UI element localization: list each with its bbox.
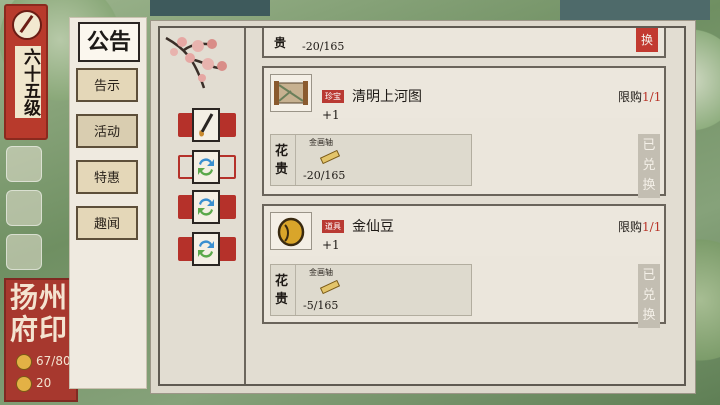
cost-value: -5/165 xyxy=(303,299,339,312)
cost-label: 贵 xyxy=(274,36,287,50)
cost-separator xyxy=(295,265,296,315)
coin-value: 20 xyxy=(36,376,52,390)
city-seal-banner[interactable]: 扬州府印 67/80 20 xyxy=(4,278,78,402)
cost-value: -20/165 xyxy=(302,40,345,53)
list-item: 道具 金仙豆 +1 限购1/1 花贵 金画轴 -5/165 已兑换 xyxy=(262,204,666,328)
cost-separator xyxy=(295,135,296,185)
purchase-limit: 限购1/1 xyxy=(618,218,661,235)
side-menu-button[interactable] xyxy=(6,146,42,182)
cost-label: 花贵 xyxy=(275,274,289,307)
limit-label: 限购 xyxy=(618,90,643,104)
category-exchange-button[interactable] xyxy=(178,190,236,224)
board-divider xyxy=(244,28,246,384)
golden-scroll-icon xyxy=(319,279,341,295)
scroll-painting-icon xyxy=(270,74,312,112)
cost-box: 花贵 金画轴 -20/165 xyxy=(270,134,472,186)
list-item-partial: 贵 -20/165 换 xyxy=(262,28,666,58)
roof-decoration xyxy=(150,0,270,16)
item-quantity: +1 xyxy=(322,108,340,122)
cost-label: 花贵 xyxy=(275,144,289,177)
plum-blossom-icon xyxy=(165,36,227,89)
limit-label: 限购 xyxy=(618,220,643,234)
purchase-limit: 限购1/1 xyxy=(618,88,661,105)
tab-announcement[interactable]: 告示 xyxy=(76,68,138,102)
golden-scroll-icon xyxy=(319,149,341,165)
golden-bean-icon xyxy=(270,212,312,250)
brush-icon xyxy=(192,108,220,142)
item-rarity-badge: 珍宝 xyxy=(322,90,344,103)
exchange-icon xyxy=(192,150,220,184)
level-badge[interactable]: 六十五级 xyxy=(4,4,48,140)
roof-decoration xyxy=(560,0,710,20)
city-name: 扬州府印 xyxy=(10,281,69,346)
exchange-icon xyxy=(192,232,220,266)
population-icon xyxy=(16,354,32,370)
category-exchange-button[interactable] xyxy=(178,150,236,184)
notice-title: 公告 xyxy=(78,22,140,62)
item-name: 清明上河图 xyxy=(352,89,422,105)
category-brush-button[interactable] xyxy=(178,108,236,142)
emblem-icon xyxy=(12,10,42,40)
side-menu-button[interactable] xyxy=(6,234,42,270)
redeemed-status: 已兑换 xyxy=(638,264,660,328)
redeem-button[interactable]: 换 xyxy=(636,28,658,52)
resource-name: 金画轴 xyxy=(309,268,333,277)
limit-value: 1/1 xyxy=(642,90,662,104)
side-menu-button[interactable] xyxy=(6,190,42,226)
population-value: 67/80 xyxy=(36,354,71,368)
item-name: 金仙豆 xyxy=(352,219,394,235)
tab-activity[interactable]: 活动 xyxy=(76,114,138,148)
cost-value: -20/165 xyxy=(303,169,346,182)
redeemed-status: 已兑换 xyxy=(638,134,660,198)
resource-name: 金画轴 xyxy=(309,138,333,147)
list-scrollbar[interactable] xyxy=(670,32,678,372)
list-item: 珍宝 清明上河图 +1 限购1/1 花贵 金画轴 -20/165 已兑换 xyxy=(262,66,666,198)
cost-box: 花贵 金画轴 -5/165 xyxy=(270,264,472,316)
limit-value: 1/1 xyxy=(642,220,662,234)
level-label: 六十五级 xyxy=(15,46,41,118)
tab-trivia[interactable]: 趣闻 xyxy=(76,206,138,240)
item-rarity-badge: 道具 xyxy=(322,220,344,233)
item-quantity: +1 xyxy=(322,238,340,252)
tab-special-offer[interactable]: 特惠 xyxy=(76,160,138,194)
category-exchange-button[interactable] xyxy=(178,232,236,266)
coin-icon xyxy=(16,376,32,392)
exchange-icon xyxy=(192,190,220,224)
